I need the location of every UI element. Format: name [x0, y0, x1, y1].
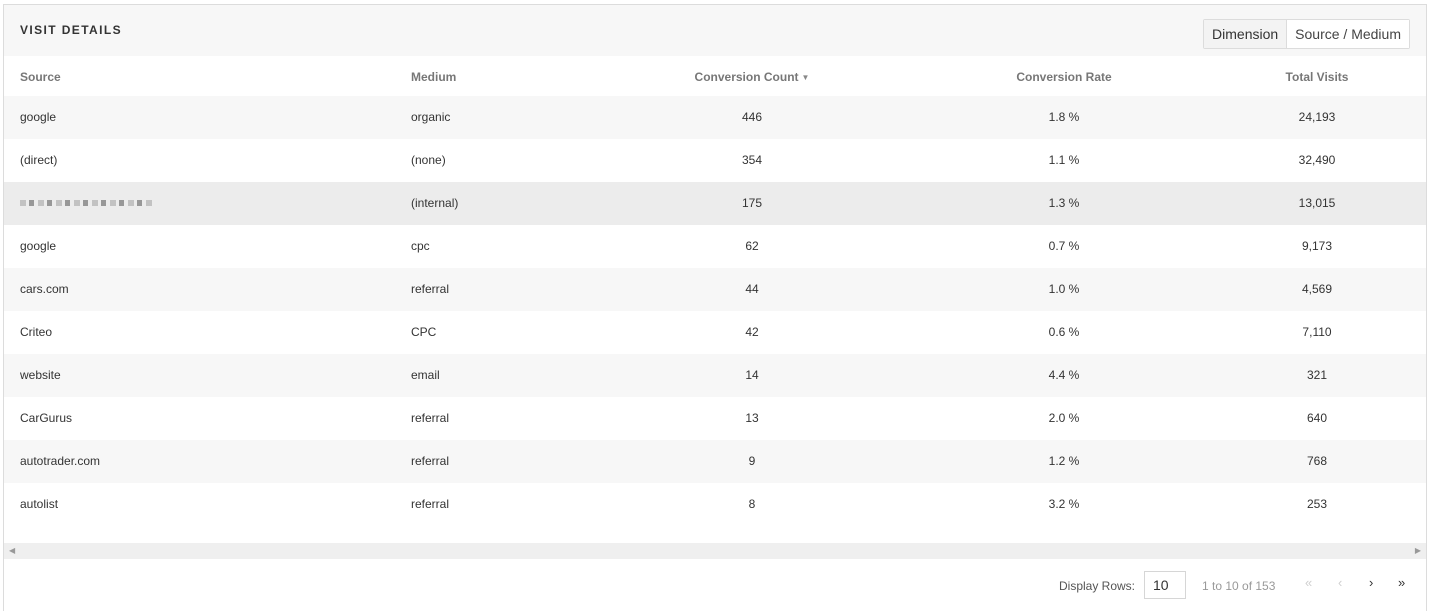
cell-source: cars.com	[20, 282, 69, 296]
cell-conversion-rate: 1.8 %	[1048, 110, 1080, 124]
cell-source: website	[20, 368, 61, 382]
cell-conversion-count: 8	[748, 497, 756, 511]
cell-total-visits: 321	[1306, 368, 1328, 382]
cell-conversion-rate: 3.2 %	[1048, 497, 1080, 511]
cell-conversion-rate: 1.2 %	[1048, 454, 1080, 468]
table-row[interactable]: google organic 446 1.8 % 24,193	[4, 96, 1426, 139]
cell-conversion-count: 13	[745, 411, 759, 425]
cell-medium: referral	[411, 454, 450, 468]
cell-total-visits: 13,015	[1298, 196, 1336, 210]
horizontal-scrollbar[interactable]: ◀ ▶	[4, 543, 1426, 559]
table-row[interactable]: Criteo CPC 42 0.6 % 7,110	[4, 311, 1426, 354]
cell-conversion-count: 175	[741, 196, 763, 210]
cell-medium: CPC	[411, 325, 437, 339]
cell-source: CarGurus	[20, 411, 73, 425]
cell-total-visits: 9,173	[1301, 239, 1333, 253]
panel-header: VISIT DETAILS Dimension Source / Medium	[4, 5, 1426, 57]
cell-total-visits: 24,193	[1298, 110, 1336, 124]
cell-medium: referral	[411, 282, 450, 296]
next-page-icon[interactable]: ›	[1369, 575, 1373, 590]
column-header-conversion-rate[interactable]: Conversion Rate	[1016, 70, 1111, 84]
visit-details-panel: VISIT DETAILS Dimension Source / Medium …	[3, 4, 1427, 611]
dimension-value[interactable]: Source / Medium	[1287, 20, 1409, 48]
chevron-down-icon: ▼	[801, 73, 810, 82]
table-row[interactable]: autolist referral 8 3.2 % 253	[4, 483, 1426, 526]
cell-total-visits: 640	[1306, 411, 1328, 425]
last-page-icon[interactable]: »	[1398, 575, 1405, 590]
table-header: Source Medium Conversion Count ▼ Conversi…	[4, 56, 1426, 96]
cell-conversion-count: 446	[741, 110, 763, 124]
cell-medium: organic	[411, 110, 451, 124]
page-info: 1 to 10 of 153	[1202, 579, 1276, 593]
cell-conversion-rate: 4.4 %	[1048, 368, 1080, 382]
cell-medium: (none)	[411, 153, 446, 167]
column-header-conversion-count[interactable]: Conversion Count ▼	[695, 70, 810, 84]
cell-total-visits: 253	[1306, 497, 1328, 511]
display-rows-input[interactable]: 10	[1144, 571, 1186, 599]
table-row[interactable]: google cpc 62 0.7 % 9,173	[4, 225, 1426, 268]
cell-total-visits: 4,569	[1301, 282, 1333, 296]
cell-conversion-rate: 0.6 %	[1048, 325, 1080, 339]
cell-conversion-count: 44	[745, 282, 759, 296]
dimension-label: Dimension	[1204, 20, 1288, 48]
cell-source: Criteo	[20, 325, 53, 339]
cell-source: (direct)	[20, 153, 58, 167]
dimension-selector[interactable]: Dimension Source / Medium	[1203, 19, 1410, 49]
table-body: google organic 446 1.8 % 24,193 (direct)…	[4, 96, 1426, 526]
cell-source: autolist	[20, 497, 59, 511]
cell-source: google	[20, 239, 57, 253]
panel-title: VISIT DETAILS	[20, 23, 122, 37]
cell-conversion-rate: 2.0 %	[1048, 411, 1080, 425]
cell-medium: email	[411, 368, 440, 382]
cell-total-visits: 32,490	[1298, 153, 1336, 167]
pagination-footer: Display Rows: 10 1 to 10 of 153 « ‹ › »	[4, 559, 1426, 611]
table-row[interactable]: cars.com referral 44 1.0 % 4,569	[4, 268, 1426, 311]
scroll-left-icon[interactable]: ◀	[9, 543, 15, 559]
table-row[interactable]: website email 14 4.4 % 321	[4, 354, 1426, 397]
table-row[interactable]: (direct) (none) 354 1.1 % 32,490	[4, 139, 1426, 182]
column-header-source[interactable]: Source	[20, 70, 61, 84]
redacted-source	[20, 200, 154, 206]
cell-source: google	[20, 110, 57, 124]
cell-total-visits: 768	[1306, 454, 1328, 468]
table-row[interactable]: (internal) 175 1.3 % 13,015	[4, 182, 1426, 225]
cell-conversion-count: 14	[745, 368, 759, 382]
cell-total-visits: 7,110	[1302, 325, 1332, 339]
column-header-total-visits[interactable]: Total Visits	[1286, 70, 1349, 84]
cell-medium: referral	[411, 411, 450, 425]
cell-source: autotrader.com	[20, 454, 101, 468]
cell-conversion-rate: 1.0 %	[1048, 282, 1080, 296]
cell-medium: cpc	[411, 239, 430, 253]
cell-conversion-rate: 1.1 %	[1048, 153, 1080, 167]
prev-page-icon[interactable]: ‹	[1338, 575, 1342, 590]
cell-medium: referral	[411, 497, 450, 511]
cell-medium: (internal)	[411, 196, 459, 210]
scroll-right-icon[interactable]: ▶	[1415, 543, 1421, 559]
display-rows-label: Display Rows:	[1059, 579, 1136, 593]
table-row[interactable]: autotrader.com referral 9 1.2 % 768	[4, 440, 1426, 483]
column-header-conversion-count-label: Conversion Count	[694, 70, 799, 84]
cell-conversion-count: 62	[745, 239, 759, 253]
cell-conversion-count: 354	[741, 153, 763, 167]
table-row[interactable]: CarGurus referral 13 2.0 % 640	[4, 397, 1426, 440]
cell-conversion-rate: 1.3 %	[1048, 196, 1080, 210]
column-header-medium[interactable]: Medium	[411, 70, 456, 84]
cell-conversion-count: 42	[745, 325, 759, 339]
cell-conversion-rate: 0.7 %	[1048, 239, 1080, 253]
cell-conversion-count: 9	[748, 454, 756, 468]
first-page-icon[interactable]: «	[1305, 575, 1312, 590]
